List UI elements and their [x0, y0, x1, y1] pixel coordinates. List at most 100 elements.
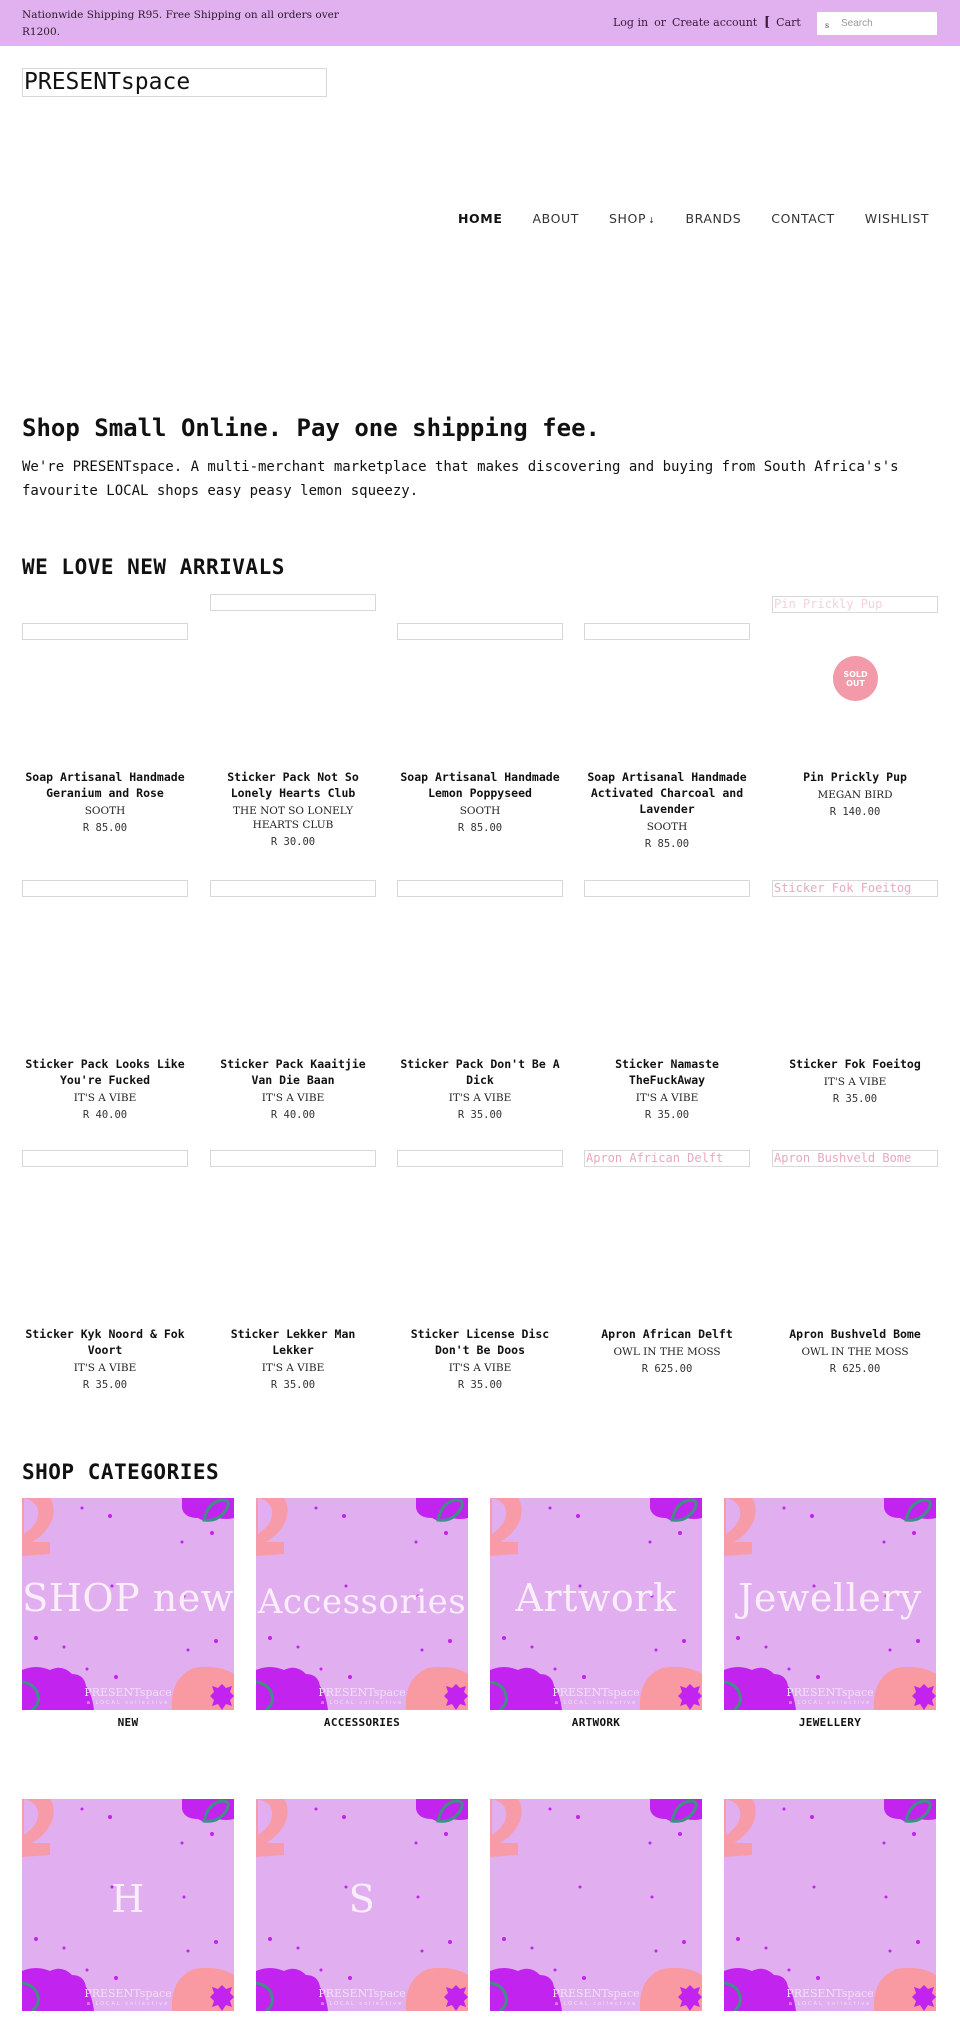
- category-card[interactable]: S PRESENTspace a LOCAL collective: [256, 1799, 468, 2039]
- category-image[interactable]: Accessories PRESENTspace a LOCAL collectiv…: [256, 1498, 468, 1710]
- product-card[interactable]: Soap Artisanal Handmade Activated Charco…: [584, 594, 750, 850]
- product-card[interactable]: Sticker Pack Looks Like You're Fucked IT'…: [22, 880, 188, 1121]
- product-image[interactable]: [397, 623, 563, 640]
- category-card[interactable]: PRESENTspace a LOCAL collective: [724, 1799, 936, 2039]
- login-link[interactable]: Log in: [613, 16, 648, 29]
- nav-home[interactable]: HOME: [458, 211, 502, 226]
- category-image[interactable]: PRESENTspace a LOCAL collective: [490, 1799, 702, 2011]
- tile-brand-text: PRESENTspace: [318, 1987, 406, 2000]
- product-vendor: OWL IN THE MOSS: [801, 1346, 909, 1358]
- product-info: Sticker Namaste TheFuckAway IT'S A VIBE R …: [584, 1056, 750, 1121]
- category-image[interactable]: Artwork PRESENTspace a LOCAL collective: [490, 1498, 702, 1710]
- product-title[interactable]: Soap Artisanal Handmade Activated Charco…: [584, 769, 750, 817]
- product-info: Sticker Pack Not So Lonely Hearts Club TH…: [210, 769, 376, 848]
- product-title[interactable]: Sticker Lekker Man Lekker: [210, 1326, 376, 1358]
- product-title[interactable]: Sticker Namaste TheFuckAway: [584, 1056, 750, 1088]
- product-vendor: SOOTH: [84, 805, 126, 817]
- product-card[interactable]: Soap Artisanal Handmade Lemon Poppyseed S…: [397, 594, 563, 834]
- product-card[interactable]: Sticker Pack Kaaitjie Van Die Baan IT'S A…: [210, 880, 376, 1121]
- nav-shop[interactable]: SHOP ↓: [609, 211, 655, 226]
- category-card[interactable]: Artwork PRESENTspace a LOCAL collective ART…: [490, 1498, 702, 1738]
- product-title[interactable]: Sticker License Disc Don't Be Doos: [397, 1326, 563, 1358]
- category-label[interactable]: ARTWORK: [490, 1716, 702, 1729]
- product-card[interactable]: Apron African Delft Apron African Delft OW…: [584, 1150, 750, 1375]
- product-image[interactable]: [584, 880, 750, 897]
- product-title[interactable]: Soap Artisanal Handmade Lemon Poppyseed: [397, 769, 563, 801]
- product-card[interactable]: Sticker License Disc Don't Be Doos IT'S A…: [397, 1150, 563, 1391]
- category-image[interactable]: H PRESENTspace a LOCAL collective: [22, 1799, 234, 2011]
- product-price: R 85.00: [457, 822, 503, 834]
- product-card[interactable]: Pin Prickly Pup SOLD OUT Pin Prickly Pup MEG…: [772, 594, 938, 818]
- product-card[interactable]: Sticker Namaste TheFuckAway IT'S A VIBE R …: [584, 880, 750, 1121]
- product-image[interactable]: [22, 623, 188, 640]
- category-card[interactable]: H PRESENTspace a LOCAL collective: [22, 1799, 234, 2039]
- product-price: R 140.00: [829, 806, 881, 818]
- product-title[interactable]: Sticker Pack Don't Be A Dick: [397, 1056, 563, 1088]
- category-image[interactable]: PRESENTspace a LOCAL collective: [724, 1799, 936, 2011]
- product-image[interactable]: Sticker Fok Foeitog: [772, 880, 938, 897]
- hero-description: We're PRESENTspace. A multi-merchant mar…: [22, 459, 899, 499]
- product-card[interactable]: Soap Artisanal Handmade Geranium and Ros…: [22, 594, 188, 834]
- product-image[interactable]: [22, 880, 188, 897]
- product-image[interactable]: Apron Bushveld Bome: [772, 1150, 938, 1167]
- category-label[interactable]: JEWELLERY: [724, 1716, 936, 1729]
- category-card[interactable]: Accessories PRESENTspace a LOCAL collectiv…: [256, 1498, 468, 1738]
- product-price: R 35.00: [644, 1109, 690, 1121]
- category-label[interactable]: NEW: [22, 1716, 234, 1729]
- category-card[interactable]: SHOP new PRESENTspace a LOCAL collective NE…: [22, 1498, 234, 1738]
- product-image[interactable]: Apron African Delft: [584, 1150, 750, 1167]
- product-title[interactable]: Apron Bushveld Bome: [772, 1326, 938, 1342]
- product-card[interactable]: Sticker Pack Don't Be A Dick IT'S A VIBE R…: [397, 880, 563, 1121]
- product-info: Pin Prickly Pup MEGAN BIRD R 140.00: [772, 769, 938, 818]
- tile-tagline-text: a LOCAL collective: [788, 1700, 872, 1706]
- category-label[interactable]: ACCESSORIES: [256, 1716, 468, 1729]
- product-title[interactable]: Sticker Pack Not So Lonely Hearts Club: [210, 769, 376, 801]
- product-title[interactable]: Sticker Fok Foeitog: [772, 1056, 938, 1072]
- product-card[interactable]: Apron Bushveld Bome Apron Bushveld Bome OW…: [772, 1150, 938, 1375]
- nav-contact[interactable]: CONTACT: [771, 211, 834, 226]
- product-info: Sticker Pack Don't Be A Dick IT'S A VIBE R…: [397, 1056, 563, 1121]
- category-card[interactable]: PRESENTspace a LOCAL collective: [490, 1799, 702, 2039]
- product-card[interactable]: Sticker Lekker Man Lekker IT'S A VIBE R 35…: [210, 1150, 376, 1391]
- product-card[interactable]: Sticker Fok Foeitog Sticker Fok Foeitog IT…: [772, 880, 938, 1105]
- product-title[interactable]: Soap Artisanal Handmade Geranium and Ros…: [22, 769, 188, 801]
- product-price: R 35.00: [457, 1109, 503, 1121]
- product-vendor: MEGAN BIRD: [817, 789, 893, 801]
- category-image[interactable]: S PRESENTspace a LOCAL collective: [256, 1799, 468, 2011]
- product-title[interactable]: Pin Prickly Pup: [772, 769, 938, 785]
- product-card[interactable]: Sticker Pack Not So Lonely Hearts Club TH…: [210, 594, 376, 848]
- nav-brands[interactable]: BRANDS: [685, 211, 741, 226]
- product-price: R 40.00: [82, 1109, 128, 1121]
- product-image[interactable]: [22, 1150, 188, 1167]
- product-image[interactable]: Pin Prickly Pup: [772, 596, 938, 613]
- category-image[interactable]: Jewellery PRESENTspace a LOCAL collective: [724, 1498, 936, 1710]
- product-image[interactable]: [397, 1150, 563, 1167]
- product-title[interactable]: Sticker Pack Looks Like You're Fucked: [22, 1056, 188, 1088]
- product-title[interactable]: Sticker Kyk Noord & Fok Voort: [22, 1326, 188, 1358]
- product-image[interactable]: [210, 1150, 376, 1167]
- category-image[interactable]: SHOP new PRESENTspace a LOCAL collective: [22, 1498, 234, 1710]
- tile-tagline-text: a LOCAL collective: [554, 2001, 638, 2007]
- nav-wishlist[interactable]: WISHLIST: [865, 211, 929, 226]
- product-image[interactable]: [210, 880, 376, 897]
- hero-title: Shop Small Online. Pay one shipping fee.: [22, 414, 600, 442]
- cart-link[interactable]: [Cart: [764, 15, 801, 30]
- product-info: Sticker Lekker Man Lekker IT'S A VIBE R 35…: [210, 1326, 376, 1391]
- product-image[interactable]: [584, 623, 750, 640]
- search-input[interactable]: [841, 14, 931, 33]
- category-card[interactable]: Jewellery PRESENTspace a LOCAL collective J…: [724, 1498, 936, 1738]
- product-card[interactable]: Sticker Kyk Noord & Fok Voort IT'S A VIBE…: [22, 1150, 188, 1391]
- product-title[interactable]: Sticker Pack Kaaitjie Van Die Baan: [210, 1056, 376, 1088]
- site-logo[interactable]: PRESENTspace: [22, 68, 327, 97]
- create-account-link[interactable]: Create account: [672, 16, 757, 29]
- product-image[interactable]: [210, 594, 376, 611]
- product-vendor: IT'S A VIBE: [73, 1362, 137, 1374]
- tile-brand-text: PRESENTspace: [552, 1987, 640, 2000]
- product-price: R 35.00: [457, 1379, 503, 1391]
- product-info: Apron Bushveld Bome OWL IN THE MOSS R 625.…: [772, 1326, 938, 1375]
- product-title[interactable]: Apron African Delft: [584, 1326, 750, 1342]
- nav-about[interactable]: ABOUT: [532, 211, 579, 226]
- product-image[interactable]: [397, 880, 563, 897]
- search-icon[interactable]: s: [825, 21, 829, 30]
- tile-brand-text: PRESENTspace: [552, 1686, 640, 1699]
